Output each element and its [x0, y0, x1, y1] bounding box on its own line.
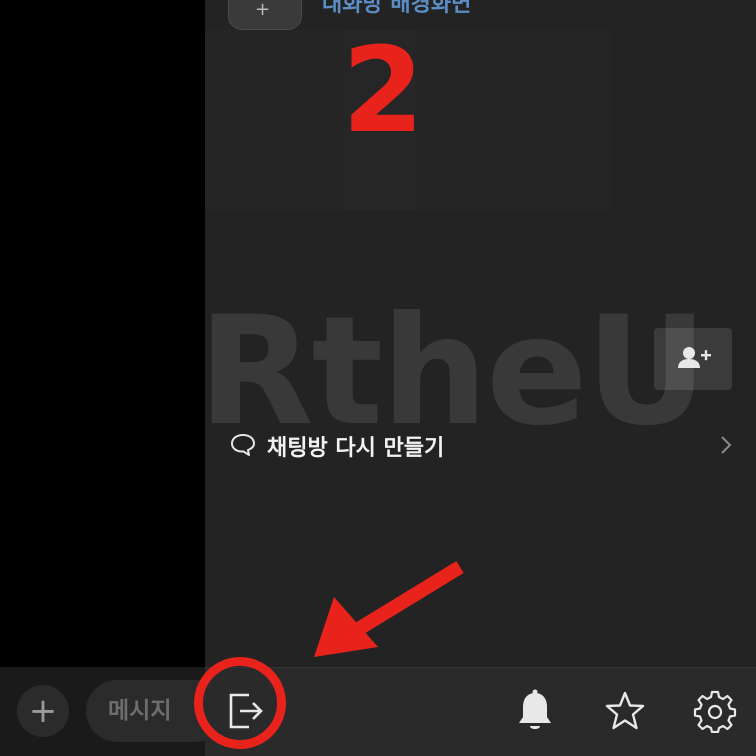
background-setting-link[interactable]: 대화방 배경화면	[322, 0, 471, 18]
recreate-chat-room-row[interactable]: 채팅방 다시 만들기	[205, 414, 756, 476]
star-icon[interactable]	[603, 689, 647, 733]
recreate-chat-room-label: 채팅방 다시 만들기	[267, 436, 445, 461]
screen: + 메시지 + 대화방 배경화면 2 RtheU 채팅방 다시 만들기	[0, 0, 756, 756]
chat-room-background	[0, 0, 205, 756]
background-setting-icon[interactable]: +	[228, 0, 302, 30]
plus-icon: +	[255, 0, 271, 20]
highlight-circle	[194, 657, 286, 749]
gear-icon[interactable]	[693, 689, 737, 733]
attach-plus-button[interactable]: +	[17, 685, 69, 737]
drawer-bottom-bar	[205, 667, 756, 756]
speech-bubble-icon	[231, 434, 255, 456]
chevron-right-icon	[721, 436, 732, 454]
bell-icon[interactable]	[513, 687, 557, 735]
bottom-bar-divider	[205, 667, 756, 668]
step-number-annotation: 2	[341, 21, 425, 159]
annotation-arrow	[314, 561, 464, 657]
